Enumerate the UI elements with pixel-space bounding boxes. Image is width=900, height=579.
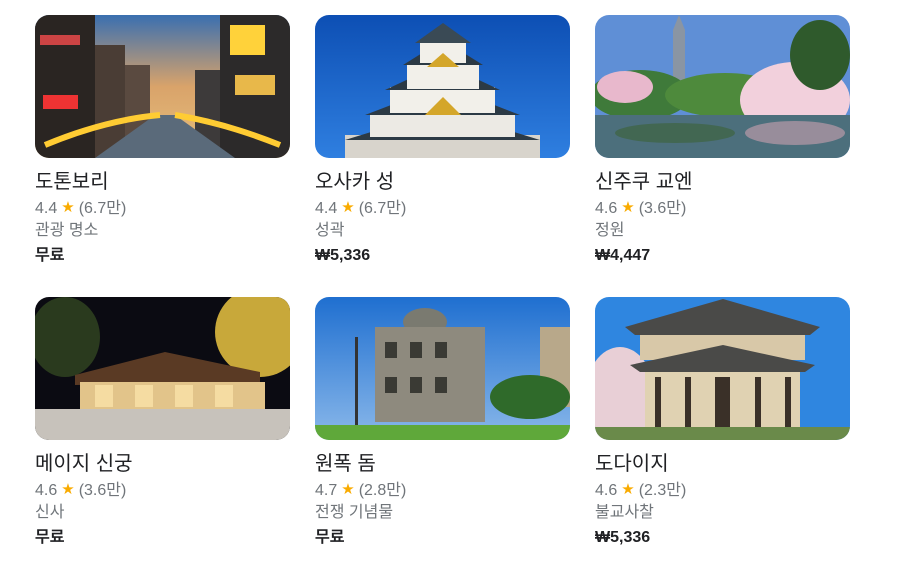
place-name[interactable]: 도다이지	[595, 451, 850, 477]
star-icon: ★	[621, 481, 635, 498]
rating-value: 4.7	[315, 482, 338, 499]
dotonbori-photo[interactable]	[35, 15, 290, 158]
rating-value: 4.4	[315, 200, 338, 217]
place-card-meiji-shrine[interactable]: 메이지 신궁 4.6 ★ (3.6만) 신사 무료	[35, 297, 290, 579]
shinjuku-gyoen-photo[interactable]	[595, 15, 850, 158]
review-count: (6.7만)	[78, 200, 127, 217]
rating-row: 4.4 ★ (6.7만)	[35, 198, 290, 220]
admission-price: 무료	[35, 247, 65, 264]
rating-row: 4.6 ★ (2.3만)	[595, 480, 850, 502]
rating-value: 4.6	[595, 200, 618, 217]
place-card-todaiji[interactable]: 도다이지 4.6 ★ (2.3만) 불교사찰 ₩5,336	[595, 297, 850, 579]
review-count: (3.6만)	[78, 482, 127, 499]
atomic-bomb-dome-photo[interactable]	[315, 297, 570, 440]
place-category: 신사	[35, 504, 65, 521]
place-name[interactable]: 신주쿠 교엔	[595, 169, 850, 195]
star-icon: ★	[61, 199, 75, 216]
rating-row: 4.6 ★ (3.6만)	[595, 198, 850, 220]
place-card-shinjuku-gyoen[interactable]: 신주쿠 교엔 4.6 ★ (3.6만) 정원 ₩4,447	[595, 15, 850, 297]
place-name[interactable]: 메이지 신궁	[35, 451, 290, 477]
osaka-castle-photo[interactable]	[315, 15, 570, 158]
rating-row: 4.6 ★ (3.6만)	[35, 480, 290, 502]
place-category: 전쟁 기념물	[315, 504, 394, 521]
rating-row: 4.4 ★ (6.7만)	[315, 198, 570, 220]
place-card-osaka-castle[interactable]: 오사카 성 4.4 ★ (6.7만) 성곽 ₩5,336	[315, 15, 570, 297]
place-card-dotonbori[interactable]: 도톤보리 4.4 ★ (6.7만) 관광 명소 무료	[35, 15, 290, 297]
star-icon: ★	[621, 199, 635, 216]
place-category: 관광 명소	[35, 222, 99, 239]
admission-price: ₩5,336	[315, 247, 371, 264]
place-card-atomic-bomb-dome[interactable]: 원폭 돔 4.7 ★ (2.8만) 전쟁 기념물 무료	[315, 297, 570, 579]
places-grid: 도톤보리 4.4 ★ (6.7만) 관광 명소 무료 오사카 성 4.4 ★ (…	[35, 15, 850, 579]
rating-value: 4.6	[595, 482, 618, 499]
star-icon: ★	[341, 199, 355, 216]
place-category: 불교사찰	[595, 504, 654, 521]
todaiji-photo[interactable]	[595, 297, 850, 440]
admission-price: 무료	[315, 529, 345, 546]
meiji-shrine-photo[interactable]	[35, 297, 290, 440]
rating-value: 4.6	[35, 482, 58, 499]
admission-price: 무료	[35, 529, 65, 546]
place-name[interactable]: 오사카 성	[315, 169, 570, 195]
admission-price: ₩4,447	[595, 247, 651, 264]
review-count: (2.8만)	[358, 482, 407, 499]
place-name[interactable]: 원폭 돔	[315, 451, 570, 477]
review-count: (2.3만)	[638, 482, 687, 499]
place-name[interactable]: 도톤보리	[35, 169, 290, 195]
rating-value: 4.4	[35, 200, 58, 217]
review-count: (3.6만)	[638, 200, 687, 217]
place-category: 정원	[595, 222, 625, 239]
rating-row: 4.7 ★ (2.8만)	[315, 480, 570, 502]
admission-price: ₩5,336	[595, 529, 651, 546]
place-category: 성곽	[315, 222, 345, 239]
star-icon: ★	[61, 481, 75, 498]
star-icon: ★	[341, 481, 355, 498]
review-count: (6.7만)	[358, 200, 407, 217]
